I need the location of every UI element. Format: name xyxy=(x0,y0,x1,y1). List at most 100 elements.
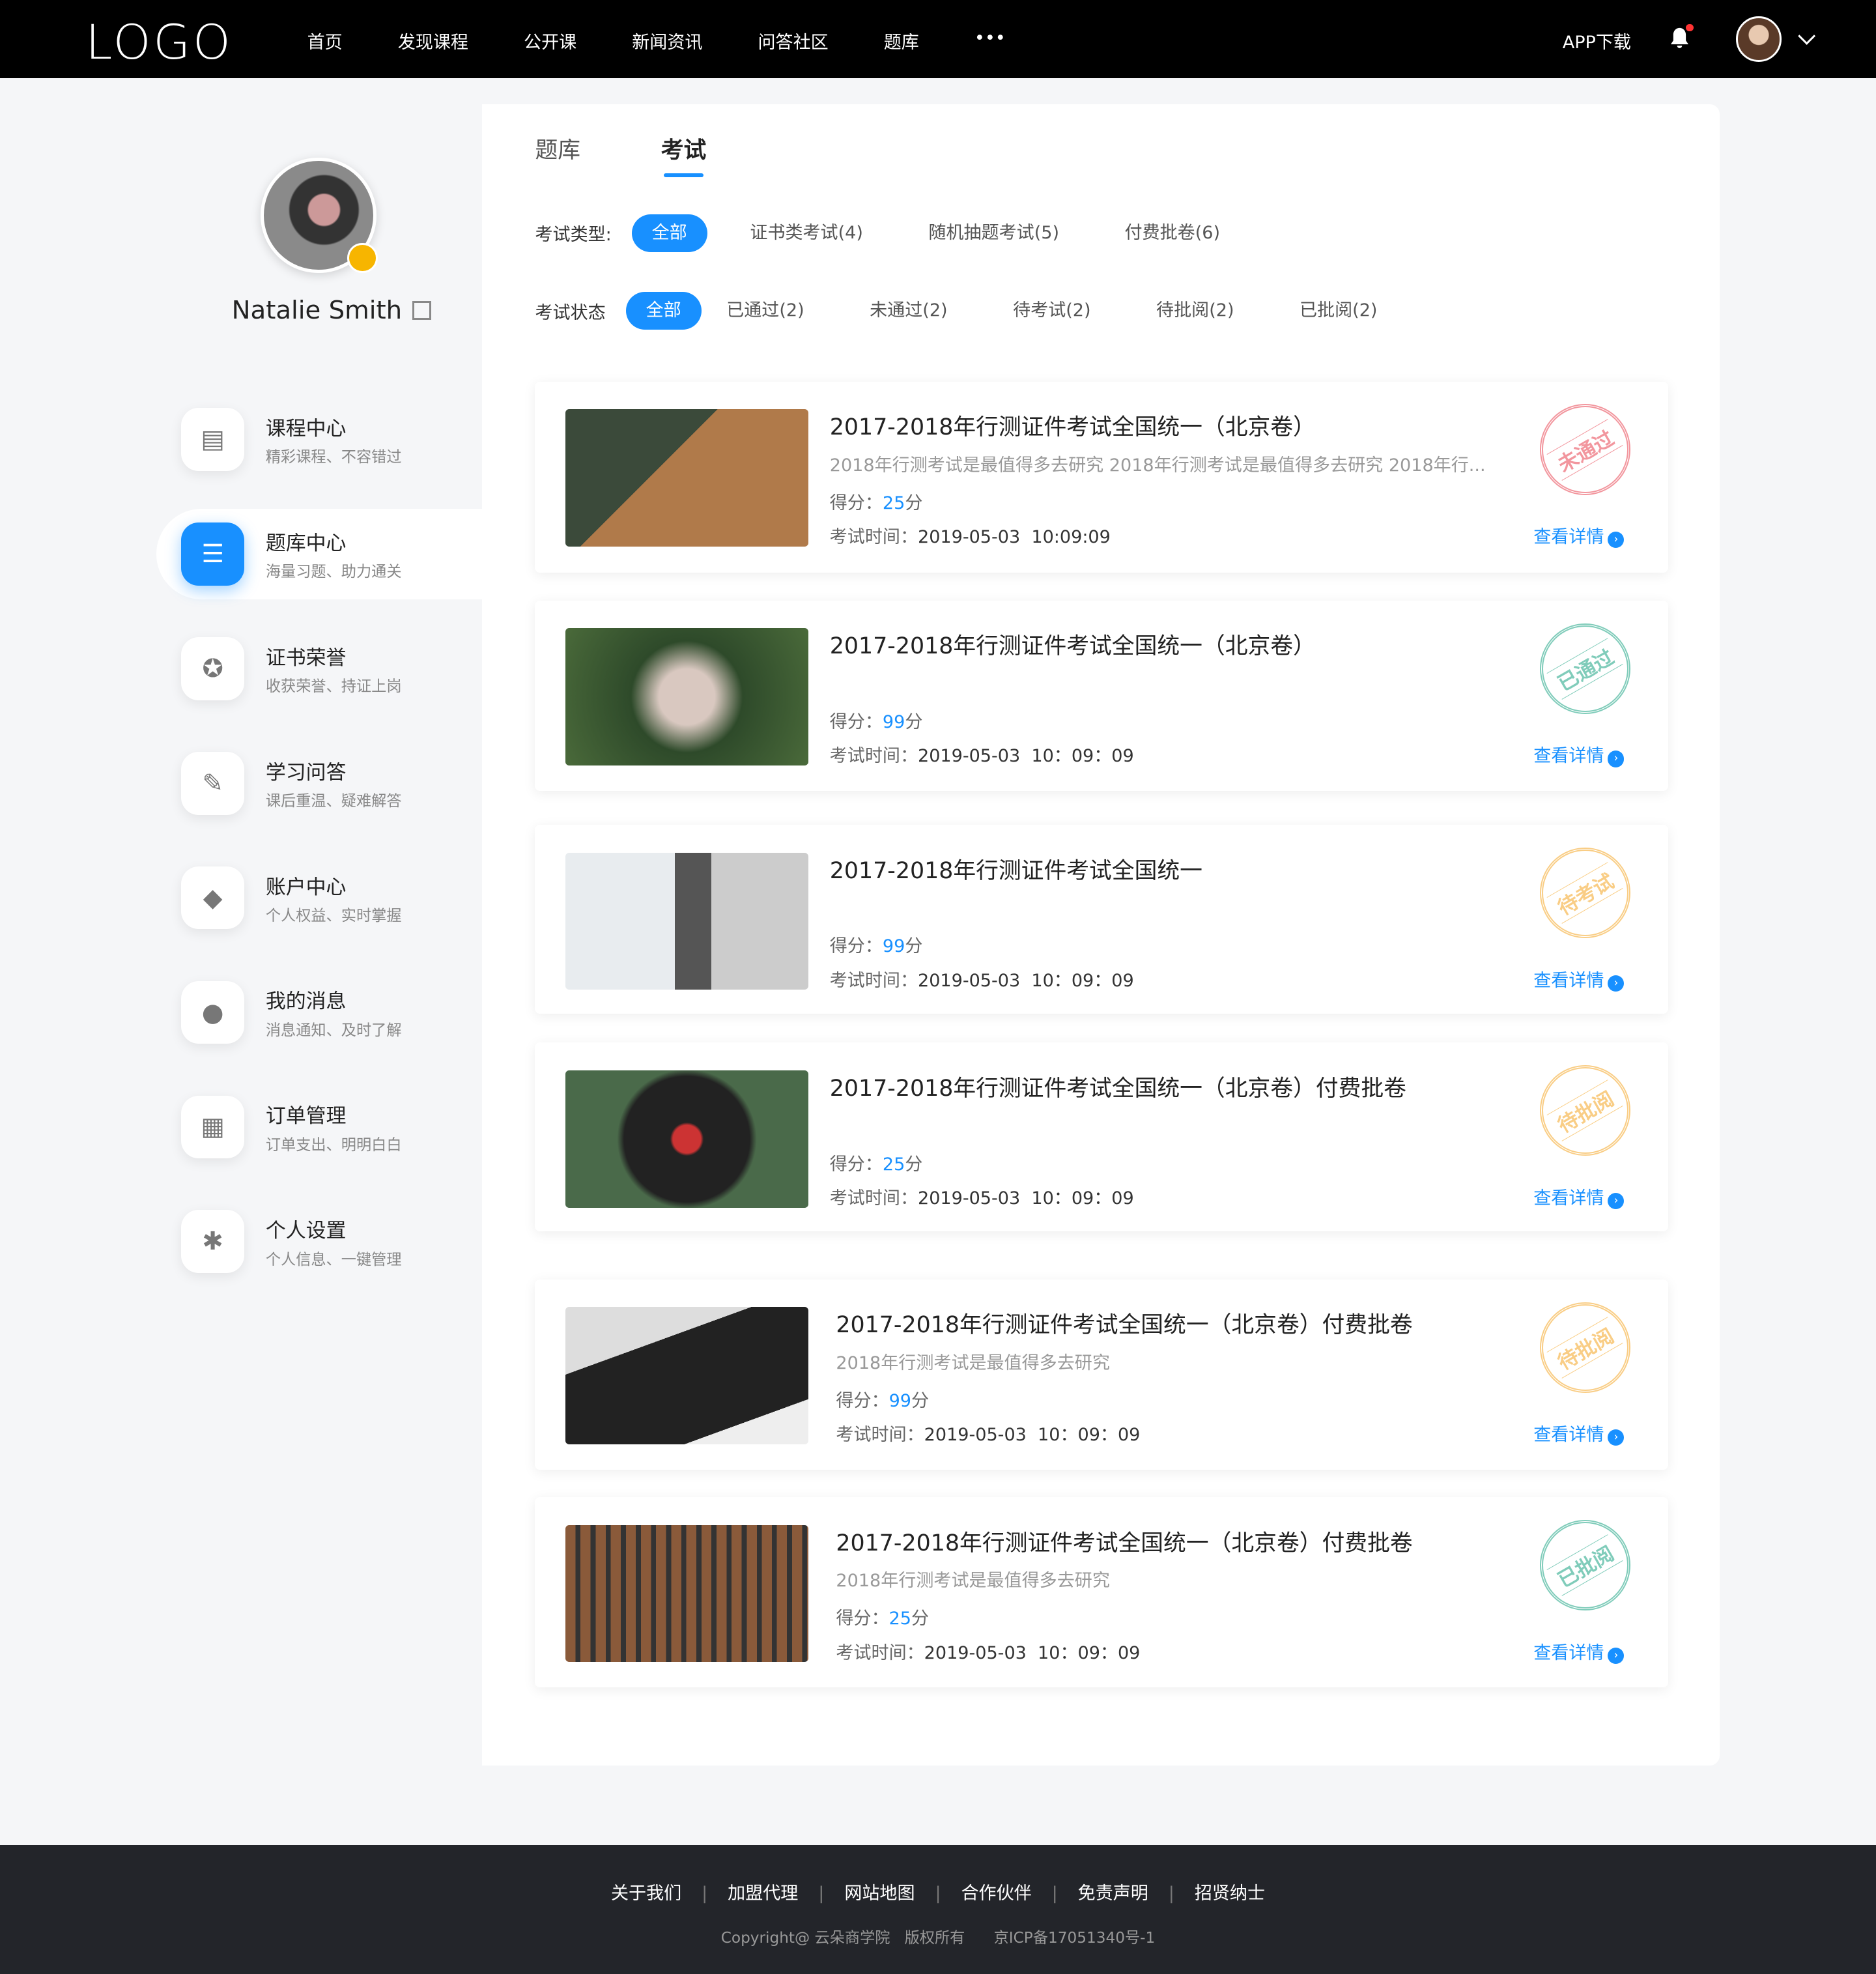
sidebar-item-subtitle: 订单支出、明明白白 xyxy=(265,1136,402,1154)
exam-time: 考试时间：2019-05-03 10:09:09 xyxy=(829,527,1111,548)
exam-title[interactable]: 2017-2018年行测证件考试全国统一（北京卷）付费批卷 xyxy=(830,1070,1406,1103)
nav-home[interactable]: 首页 xyxy=(307,28,343,53)
status-chip[interactable]: 全部 xyxy=(625,292,702,330)
exam-time: 考试时间：2019-05-03 10：09：09 xyxy=(829,1188,1134,1209)
footer-link[interactable]: 加盟代理 xyxy=(728,1883,798,1904)
exam-title[interactable]: 2017-2018年行测证件考试全国统一（北京卷） xyxy=(830,409,1316,442)
nav-question-bank[interactable]: 题库 xyxy=(884,28,919,53)
sidebar-item-subtitle: 个人权益、实时掌握 xyxy=(265,906,402,924)
user-avatar[interactable] xyxy=(1736,16,1782,62)
footer-link[interactable]: 网站地图 xyxy=(844,1883,915,1904)
footer-link[interactable]: 招贤纳士 xyxy=(1195,1883,1265,1904)
divider: | xyxy=(818,1883,825,1904)
exam-card: 2017-2018年行测证件考试全国统一（北京卷） 2018年行测考试是最值得多… xyxy=(535,381,1669,573)
nav-news[interactable]: 新闻资讯 xyxy=(632,28,702,53)
exam-title[interactable]: 2017-2018年行测证件考试全国统一 xyxy=(830,853,1202,885)
status-stamp: 未通过 xyxy=(1539,404,1631,495)
exam-thumbnail[interactable] xyxy=(565,628,808,766)
nav-courses[interactable]: 发现课程 xyxy=(398,28,468,53)
type-chip[interactable]: 全部 xyxy=(631,214,707,252)
exam-score: 得分：25分 xyxy=(829,1154,923,1175)
nav-qa[interactable]: 问答社区 xyxy=(758,28,828,53)
status-chip[interactable]: 待批阅(2) xyxy=(1136,292,1254,330)
sidebar-item[interactable]: ☰ 题库中心 海量习题、助力通关 xyxy=(156,508,483,600)
type-chip[interactable]: 随机抽题考试(5) xyxy=(908,214,1079,252)
exam-thumbnail[interactable] xyxy=(565,1307,808,1444)
exam-title[interactable]: 2017-2018年行测证件考试全国统一（北京卷）付费批卷 xyxy=(836,1307,1412,1339)
sidebar-item-subtitle: 个人信息、一键管理 xyxy=(265,1250,402,1268)
status-chip[interactable]: 未通过(2) xyxy=(849,292,967,330)
chevron-right-icon: › xyxy=(1608,1647,1625,1664)
exam-thumbnail[interactable] xyxy=(565,1524,808,1663)
view-details-link[interactable]: 查看详情 › xyxy=(1533,1420,1625,1446)
sidebar-item-title: 我的消息 xyxy=(265,990,347,1014)
divider: | xyxy=(702,1883,708,1904)
footer-link[interactable]: 关于我们 xyxy=(611,1883,681,1904)
sidebar-item-subtitle: 精彩课程、不容错过 xyxy=(265,448,402,466)
document-icon: ▦ xyxy=(181,1095,244,1159)
sidebar-item-title: 题库中心 xyxy=(265,531,347,555)
exam-score: 得分：25分 xyxy=(829,493,923,513)
exam-title[interactable]: 2017-2018年行测证件考试全国统一（北京卷）付费批卷 xyxy=(836,1525,1412,1558)
sidebar-item[interactable]: ✪ 证书荣誉 收获荣誉、持证上岗 xyxy=(156,623,483,714)
view-details-link[interactable]: 查看详情 › xyxy=(1533,966,1625,992)
exam-thumbnail[interactable] xyxy=(565,1070,808,1208)
exam-description: 2018年行测考试是最值得多去研究 xyxy=(836,1571,1110,1592)
user-name: Natalie Smith xyxy=(232,296,431,325)
exam-card: 2017-2018年行测证件考试全国统一（北京卷）付费批卷 2018年行测考试是… xyxy=(535,1497,1669,1688)
sidebar-item-title: 账户中心 xyxy=(265,875,347,899)
type-chip[interactable]: 证书类考试(4) xyxy=(730,214,883,252)
chevron-down-icon[interactable] xyxy=(1798,27,1816,46)
app-download-link[interactable]: APP下载 xyxy=(1563,28,1631,53)
sidebar-item[interactable]: ◆ 账户中心个人权益、实时掌握 xyxy=(156,853,483,943)
tab-exam[interactable]: 考试 xyxy=(661,132,706,177)
exam-card: 2017-2018年行测证件考试全国统一（北京卷）付费批卷 得分：25分 考试时… xyxy=(535,1042,1669,1232)
type-chip[interactable]: 付费批卷(6) xyxy=(1105,214,1240,252)
status-chip[interactable]: 已通过(2) xyxy=(706,292,824,330)
sidebar-item[interactable]: ● 我的消息 消息通知、及时了解 xyxy=(156,967,483,1057)
exam-description: 2018年行测考试是最值得多去研究 2018年行测考试是最值得多去研究 2018… xyxy=(829,455,1486,476)
tab-question-bank[interactable]: 题库 xyxy=(535,132,580,165)
exam-title[interactable]: 2017-2018年行测证件考试全国统一（北京卷） xyxy=(830,628,1316,661)
award-icon: ✪ xyxy=(181,637,244,700)
status-chip[interactable]: 已批阅(2) xyxy=(1279,292,1397,330)
footer-link[interactable]: 免责声明 xyxy=(1078,1883,1148,1904)
nav-open-class[interactable]: 公开课 xyxy=(524,28,576,53)
divider: | xyxy=(935,1883,941,1904)
status-stamp: 待批阅 xyxy=(1539,1302,1631,1393)
sidebar-item-title: 订单管理 xyxy=(265,1104,347,1128)
sidebar-item-title: 个人设置 xyxy=(265,1219,347,1243)
exam-thumbnail[interactable] xyxy=(565,852,808,990)
filter-label: 考试类型: xyxy=(535,225,612,246)
status-stamp: 待批阅 xyxy=(1539,1065,1631,1156)
more-icon[interactable]: ••• xyxy=(974,28,1006,53)
sidebar-item-subtitle: 课后重温、疑难解答 xyxy=(265,792,402,810)
divider: | xyxy=(1051,1883,1058,1904)
status-chip[interactable]: 待考试(2) xyxy=(993,292,1111,330)
exam-thumbnail[interactable] xyxy=(565,409,808,547)
diamond-icon: ◆ xyxy=(181,866,244,930)
view-details-link[interactable]: 查看详情 › xyxy=(1533,1184,1625,1210)
exam-time: 考试时间：2019-05-03 10：09：09 xyxy=(836,1425,1141,1446)
sidebar-item-subtitle: 消息通知、及时了解 xyxy=(265,1021,402,1039)
qa-icon: ✎ xyxy=(181,751,244,815)
footer-link[interactable]: 合作伙伴 xyxy=(961,1883,1031,1904)
exam-type-filter: 考试类型: 全部 证书类考试(4) 随机抽题考试(5) 付费批卷(6) xyxy=(535,214,1262,252)
exam-score: 得分：99分 xyxy=(829,936,923,957)
status-stamp: 待考试 xyxy=(1539,847,1631,938)
sidebar-item[interactable]: ▦ 订单管理订单支出、明明白白 xyxy=(156,1081,483,1172)
exam-score: 得分：99分 xyxy=(829,712,923,733)
sidebar-item[interactable]: ▤ 课程中心 精彩课程、不容错过 xyxy=(156,394,483,485)
view-details-link[interactable]: 查看详情 › xyxy=(1533,741,1625,767)
sidebar-item[interactable]: ✱ 个人设置 个人信息、一键管理 xyxy=(156,1196,483,1287)
exam-score: 得分：99分 xyxy=(836,1391,930,1412)
view-details-link[interactable]: 查看详情 › xyxy=(1533,522,1625,549)
view-details-link[interactable]: 查看详情 › xyxy=(1533,1638,1625,1664)
logo[interactable]: LOGO xyxy=(85,15,233,70)
sidebar-item-title: 课程中心 xyxy=(265,417,347,441)
qrcode-icon[interactable] xyxy=(412,301,431,321)
status-stamp: 已批阅 xyxy=(1539,1519,1631,1611)
sidebar-item-title: 证书荣誉 xyxy=(265,646,347,670)
bell-icon[interactable] xyxy=(1670,23,1694,50)
sidebar-item[interactable]: ✎ 学习问答 课后重温、疑难解答 xyxy=(156,738,483,829)
